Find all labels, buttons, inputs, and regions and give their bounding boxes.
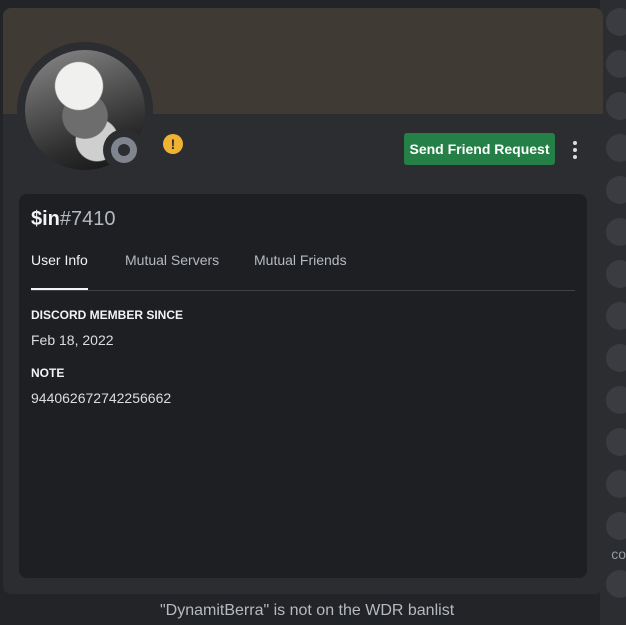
avatar[interactable] <box>606 176 626 204</box>
avatar[interactable] <box>606 344 626 372</box>
vertical-ellipsis-icon[interactable] <box>565 136 585 164</box>
username-discriminator: #7410 <box>59 208 116 230</box>
avatar[interactable] <box>606 428 626 456</box>
avatar[interactable] <box>606 260 626 288</box>
background-text: co <box>611 546 626 562</box>
avatar[interactable] <box>606 470 626 498</box>
avatar[interactable] <box>606 8 626 36</box>
profile-tabs: User Info Mutual Servers Mutual Friends <box>31 250 575 291</box>
avatar[interactable] <box>606 92 626 120</box>
member-since-heading: DISCORD MEMBER SINCE <box>31 308 184 322</box>
avatar[interactable] <box>606 570 626 598</box>
tab-mutual-servers[interactable]: Mutual Servers <box>125 250 219 289</box>
send-friend-request-button[interactable]: Send Friend Request <box>404 133 555 165</box>
avatar[interactable] <box>606 50 626 78</box>
background-message: "DynamitBerra" is not on the WDR banlist <box>160 602 455 619</box>
offline-status-icon <box>111 137 137 163</box>
member-list-strip <box>600 0 626 625</box>
username: $in#7410 <box>31 208 116 231</box>
member-since-date: Feb 18, 2022 <box>31 332 114 348</box>
user-profile-modal: ! Send Friend Request $in#7410 User Info… <box>3 8 603 594</box>
exclamation-icon[interactable]: ! <box>163 134 183 154</box>
tab-user-info[interactable]: User Info <box>31 250 88 290</box>
note-field[interactable]: 944062672742256662 <box>31 390 171 406</box>
avatar[interactable] <box>606 302 626 330</box>
tab-mutual-friends[interactable]: Mutual Friends <box>254 250 347 289</box>
note-heading: NOTE <box>31 366 65 380</box>
status-indicator <box>103 129 145 171</box>
profile-info-card: $in#7410 User Info Mutual Servers Mutual… <box>19 194 587 578</box>
avatar[interactable] <box>606 218 626 246</box>
username-name: $in <box>31 208 60 230</box>
avatar[interactable] <box>606 512 626 540</box>
avatar[interactable] <box>606 386 626 414</box>
avatar[interactable] <box>606 134 626 162</box>
